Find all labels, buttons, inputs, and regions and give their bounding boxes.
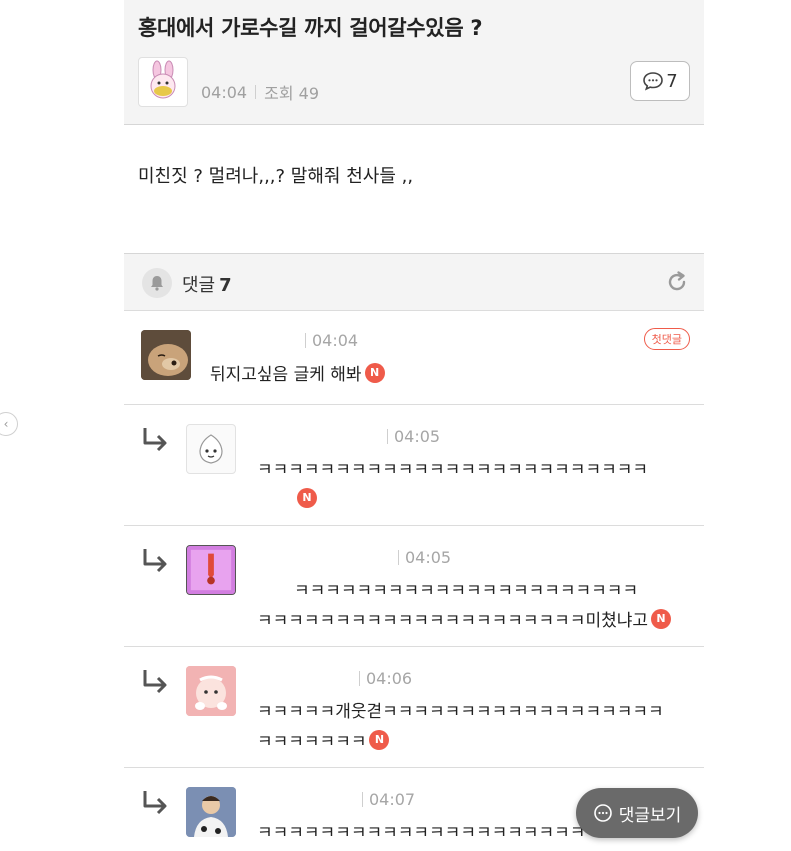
post-header: 홍대에서 가로수길 까지 걸어갈수있음 ? 04:04 조회 49 7 bbox=[124, 0, 704, 125]
post-container: 홍대에서 가로수길 까지 걸어갈수있음 ? 04:04 조회 49 7 미친짓 … bbox=[124, 0, 704, 851]
reply-arrow-icon bbox=[143, 670, 167, 694]
comment-line: ㅋㅋㅋㅋㅋㅋㅋㅋㅋㅋㅋㅋㅋㅋㅋㅋㅋㅋㅋㅋㅋㅋ bbox=[294, 581, 639, 601]
reply-arrow-icon bbox=[143, 428, 167, 452]
chat-bubble-icon bbox=[593, 804, 612, 822]
commenter-avatar[interactable] bbox=[186, 666, 236, 716]
comment-line: 뒤지고싶음 글케 해봐 bbox=[210, 365, 362, 385]
comment-line: ㅋㅋㅋㅋㅋ개웃겯ㅋㅋㅋㅋㅋㅋㅋㅋㅋㅋㅋㅋㅋㅋㅋㅋㅋㅋ bbox=[257, 702, 664, 722]
comment-time: 04:05 bbox=[387, 427, 440, 446]
comment-line-tail: N bbox=[294, 485, 317, 515]
post-title: 홍대에서 가로수길 까지 걸어갈수있음 ? bbox=[138, 16, 483, 40]
meta-divider bbox=[255, 85, 257, 99]
time-divider bbox=[359, 671, 360, 686]
commenter-avatar[interactable] bbox=[186, 787, 236, 837]
commenter-avatar[interactable] bbox=[186, 545, 236, 595]
post-body: 미친짓 ? 멀려나,,,? 말해줘 천사들 ,, bbox=[124, 125, 704, 254]
refresh-icon[interactable] bbox=[664, 269, 690, 295]
comment-count: 7 bbox=[666, 70, 678, 92]
comment-time-text: 04:05 bbox=[394, 427, 441, 446]
view-comments-label: 댓글보기 bbox=[618, 805, 682, 826]
comment-time: 04:07 bbox=[362, 790, 415, 809]
post-body-text: 미친짓 ? 멀려나,,,? 말해줘 천사들 ,, bbox=[138, 166, 414, 187]
comment-line: ㅋㅋㅋㅋㅋㅋㅋ bbox=[257, 732, 367, 752]
post-time: 04:04 bbox=[201, 82, 248, 102]
view-comments-button[interactable]: 댓글보기 bbox=[576, 788, 698, 838]
comment-count-button[interactable]: 7 bbox=[630, 61, 690, 101]
reply-item: 04:06 ㅋㅋㅋㅋㅋ개웃겯ㅋㅋㅋㅋㅋㅋㅋㅋㅋㅋㅋㅋㅋㅋㅋㅋㅋㅋ ㅋㅋㅋㅋㅋㅋㅋ… bbox=[124, 647, 704, 768]
bell-glyph bbox=[151, 276, 163, 291]
comment-line: ㅋㅋㅋㅋㅋㅋㅋㅋㅋㅋㅋㅋㅋㅋㅋㅋㅋㅋㅋㅋㅋㅋㅋㅋㅋ bbox=[257, 460, 648, 480]
time-divider bbox=[362, 792, 363, 807]
person-photo-icon bbox=[186, 787, 236, 837]
time-divider bbox=[387, 429, 388, 444]
speech-bubble-icon bbox=[643, 72, 664, 91]
reply-item: 04:05 ㅋㅋㅋㅋㅋㅋㅋㅋㅋㅋㅋㅋㅋㅋㅋㅋㅋㅋㅋㅋㅋㅋ ㅋㅋㅋㅋㅋㅋㅋㅋㅋㅋㅋ… bbox=[124, 526, 704, 647]
reply-arrow-icon bbox=[143, 549, 167, 573]
comment-line: ㅋㅋㅋㅋㅋㅋㅋㅋㅋㅋㅋㅋㅋㅋㅋㅋㅋㅋㅋㅋㅋ미쳤냐고 bbox=[257, 611, 648, 631]
apeach-character-icon bbox=[186, 666, 236, 716]
peach-character-icon bbox=[199, 434, 223, 464]
comment-time-text: 04:07 bbox=[369, 790, 416, 809]
commenter-avatar[interactable] bbox=[141, 330, 191, 380]
bunny-avatar-icon bbox=[150, 60, 176, 99]
comment-item: 04:04 첫댓글 뒤지고싶음 글케 해봐 N bbox=[124, 311, 704, 405]
hand-image-icon bbox=[187, 546, 235, 594]
comments-label-text: 댓글 bbox=[182, 275, 216, 296]
comment-time-text: 04:06 bbox=[366, 669, 413, 688]
post-meta: 04:04 조회 49 bbox=[201, 80, 319, 104]
comment-time: 04:04 bbox=[305, 331, 358, 350]
comment-time: 04:05 bbox=[398, 548, 451, 567]
new-badge: N bbox=[364, 363, 385, 383]
comments-header: 댓글 7 bbox=[124, 254, 704, 311]
reply-item: 04:05 ㅋㅋㅋㅋㅋㅋㅋㅋㅋㅋㅋㅋㅋㅋㅋㅋㅋㅋㅋㅋㅋㅋㅋㅋㅋ N bbox=[124, 405, 704, 526]
reply-arrow-icon bbox=[143, 791, 167, 815]
commenter-avatar[interactable] bbox=[186, 424, 236, 474]
dog-photo-icon bbox=[141, 330, 191, 380]
new-badge: N bbox=[651, 609, 671, 629]
new-badge: N bbox=[369, 730, 390, 750]
first-comment-badge: 첫댓글 bbox=[643, 328, 690, 350]
side-nav-chevron-left-icon[interactable]: ‹ bbox=[0, 412, 18, 436]
comments-total: 7 bbox=[219, 275, 232, 296]
comment-line-tail: ㅋㅋㅋㅋㅋㅋㅋㅋㅋㅋㅋㅋㅋㅋㅋㅋㅋㅋㅋㅋㅋ미쳤냐고 N bbox=[257, 606, 671, 636]
comment-time-text: 04:05 bbox=[405, 548, 452, 567]
bell-icon[interactable] bbox=[142, 268, 172, 298]
comment-text: 뒤지고싶음 글케 해봐 N bbox=[210, 360, 385, 390]
time-divider bbox=[305, 333, 306, 348]
author-avatar[interactable] bbox=[138, 57, 188, 107]
post-views: 조회 49 bbox=[264, 84, 319, 103]
comment-line-tail: ㅋㅋㅋㅋㅋㅋㅋ N bbox=[257, 727, 390, 757]
new-badge: N bbox=[297, 488, 317, 508]
time-divider bbox=[398, 550, 399, 565]
comment-time-text: 04:04 bbox=[312, 331, 359, 350]
comments-label: 댓글 7 bbox=[182, 271, 232, 297]
comment-time: 04:06 bbox=[359, 669, 412, 688]
